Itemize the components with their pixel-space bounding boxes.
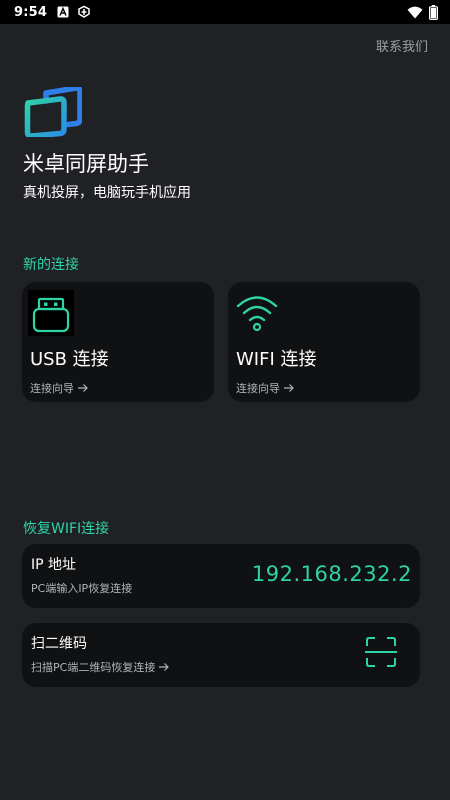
battery-icon — [429, 4, 438, 20]
usb-card-title: USB 连接 — [30, 349, 109, 370]
qr-row-subtitle-text: 扫描PC端二维码恢复连接 — [31, 661, 156, 674]
usb-connection-card[interactable]: USB 连接 连接向导 — [22, 282, 214, 402]
scan-frame-icon[interactable] — [364, 635, 398, 669]
usb-guide-link[interactable]: 连接向导 — [30, 380, 89, 396]
app-title: 米卓同屏助手 — [23, 152, 149, 176]
status-bar: 9:54 — [0, 0, 450, 24]
wifi-signal-icon — [236, 296, 278, 332]
status-notification-icons — [57, 5, 91, 19]
app-subtitle: 真机投屏，电脑玩手机应用 — [23, 185, 191, 201]
usb-stick-icon — [28, 290, 74, 336]
contact-us-link[interactable]: 联系我们 — [376, 36, 428, 55]
status-time: 9:54 — [14, 4, 48, 20]
wifi-guide-label: 连接向导 — [236, 382, 280, 395]
ip-row-subtitle: PC端输入IP恢复连接 — [31, 580, 132, 596]
new-connection-section-title: 新的连接 — [23, 257, 79, 273]
usb-guide-label: 连接向导 — [30, 382, 74, 395]
restore-wifi-section-title: 恢复WIFI连接 — [23, 521, 110, 537]
a-box-icon — [57, 6, 69, 18]
status-system-icons — [407, 4, 438, 20]
wifi-connection-card[interactable]: WIFI 连接 连接向导 — [228, 282, 420, 402]
scan-qr-row[interactable]: 扫二维码 扫描PC端二维码恢复连接 — [22, 623, 420, 687]
arrow-right-icon — [284, 384, 294, 392]
wifi-icon — [407, 6, 423, 18]
qr-row-subtitle: 扫描PC端二维码恢复连接 — [31, 659, 170, 675]
arrow-right-icon — [78, 384, 88, 392]
ip-address-row[interactable]: IP 地址 PC端输入IP恢复连接 192.168.232.2 — [22, 544, 420, 608]
ip-address-value: 192.168.232.2 — [251, 562, 412, 586]
app-logo-icon — [24, 87, 82, 137]
tiktok-icon — [78, 5, 90, 18]
app-screen: 9:54 联系我们 米卓同屏助手 真机投屏，电脑玩手机应用 新的连接 USB 连… — [0, 0, 450, 800]
wifi-card-title: WIFI 连接 — [236, 349, 317, 370]
qr-row-title: 扫二维码 — [31, 636, 87, 652]
ip-row-subtitle-text: PC端输入IP恢复连接 — [31, 582, 133, 595]
arrow-right-icon — [159, 663, 170, 671]
wifi-guide-link[interactable]: 连接向导 — [236, 380, 295, 396]
ip-row-title: IP 地址 — [31, 557, 77, 573]
